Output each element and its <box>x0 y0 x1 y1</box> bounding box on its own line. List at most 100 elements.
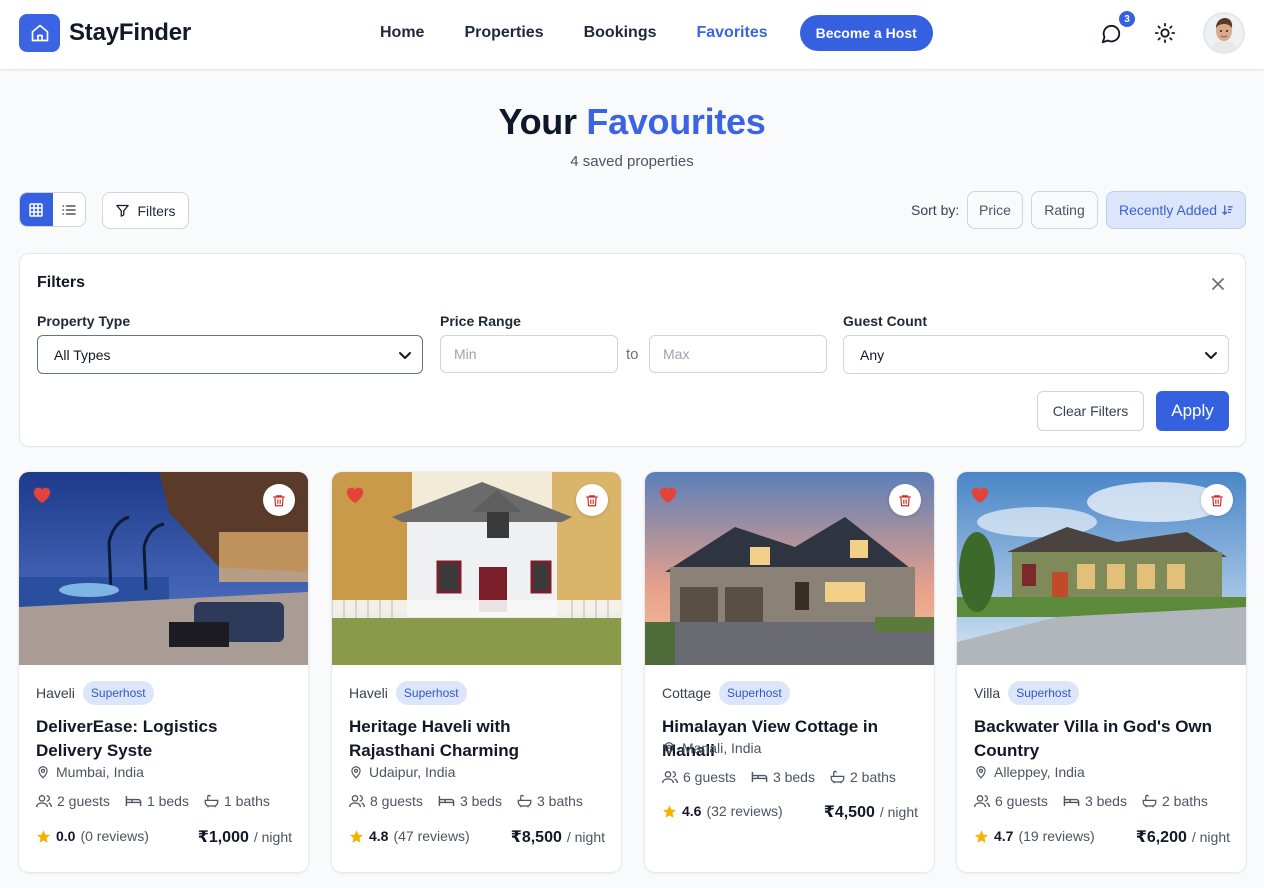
price-max-input[interactable]: Max <box>649 335 827 373</box>
sun-icon[interactable] <box>1153 21 1177 45</box>
brand-name: StayFinder <box>69 19 192 46</box>
bed-icon <box>438 796 455 806</box>
chevron-down-icon <box>399 352 411 359</box>
nav-favorites[interactable]: Favorites <box>696 24 767 42</box>
price-unit: / night <box>1191 829 1230 845</box>
property-card[interactable]: Haveli Superhost Heritage Haveli with Ra… <box>332 472 621 872</box>
property-card[interactable]: Haveli Superhost DeliverEase: Logistics … <box>19 472 308 872</box>
price-row: ₹6,200 / night <box>1136 827 1230 847</box>
location-text: Alleppey, India <box>994 764 1085 780</box>
nav-properties[interactable]: Properties <box>464 24 543 42</box>
guest-count-select[interactable]: Any <box>843 335 1229 374</box>
grid-view-button[interactable] <box>20 193 53 226</box>
price-min-input[interactable]: Min <box>440 335 618 373</box>
become-host-button[interactable]: Become a Host <box>799 15 933 51</box>
close-icon[interactable] <box>1209 275 1227 293</box>
map-pin-icon <box>664 742 674 755</box>
filters-button[interactable]: Filters <box>102 192 189 229</box>
guest-count-label: Guest Count <box>843 313 927 329</box>
guests-icon <box>36 795 52 808</box>
remove-favorite-button[interactable] <box>263 484 295 516</box>
title-prefix: Your <box>498 101 577 142</box>
property-type-label: Property Type <box>37 313 131 329</box>
price-value: ₹8,500 <box>510 829 562 846</box>
remove-favorite-button[interactable] <box>1201 484 1233 516</box>
location-text: Udaipur, India <box>369 764 456 780</box>
superhost-badge: Superhost <box>719 681 790 705</box>
remove-favorite-button[interactable] <box>576 484 608 516</box>
trash-icon <box>586 494 598 506</box>
sort-recent-label: Recently Added <box>1118 202 1218 218</box>
clear-filters-button[interactable]: Clear Filters <box>1037 391 1144 431</box>
heart-icon[interactable] <box>31 484 53 504</box>
rating-value: 4.7 <box>994 828 1014 844</box>
location-text: Mumbai, India <box>56 764 144 780</box>
filter-panel: Filters Property Type All Types Price Ra… <box>19 253 1246 447</box>
beds-text: 3 beds <box>459 793 502 809</box>
nav-bookings[interactable]: Bookings <box>584 24 657 42</box>
property-title[interactable]: Heritage Haveli with Rajasthani Charming <box>349 715 599 763</box>
brand[interactable]: StayFinder <box>19 14 191 52</box>
price-row: ₹1,000 / night <box>198 827 292 847</box>
review-count: (0 reviews) <box>80 828 149 844</box>
baths-text: 2 baths <box>1161 793 1208 809</box>
filter-icon <box>116 204 130 217</box>
property-type: Haveli <box>36 685 75 701</box>
price-unit: / night <box>566 829 605 845</box>
rating-row: 4.7 (19 reviews) <box>974 828 1095 844</box>
price-value: ₹4,500 <box>823 804 875 821</box>
property-type-select[interactable]: All Types <box>37 335 423 374</box>
rating-row: 4.6 (32 reviews) <box>662 803 783 819</box>
property-type: Haveli <box>349 685 388 701</box>
heart-icon[interactable] <box>657 484 679 504</box>
list-view-button[interactable] <box>53 193 86 226</box>
sort-recent-button[interactable]: Recently Added <box>1106 191 1246 229</box>
apply-button[interactable]: Apply <box>1156 391 1229 431</box>
sort-desc-icon <box>1222 204 1233 215</box>
review-count: (19 reviews) <box>1018 828 1095 844</box>
features-row: 8 guests 3 beds 3 baths <box>349 793 598 809</box>
chevron-down-icon <box>1205 352 1217 359</box>
property-card[interactable]: Villa Superhost Backwater Villa in God's… <box>957 472 1246 872</box>
star-icon <box>36 829 51 843</box>
review-count: (47 reviews) <box>393 828 470 844</box>
filters-button-label: Filters <box>137 202 176 219</box>
page-title: Your Favourites <box>0 101 1264 143</box>
property-title[interactable]: Backwater Villa in God's Own Country <box>974 715 1224 763</box>
heart-icon[interactable] <box>344 484 366 504</box>
bath-icon <box>204 794 219 808</box>
bed-icon <box>1063 796 1080 806</box>
location-row: Mumbai, India <box>36 764 144 780</box>
heart-icon[interactable] <box>969 484 991 504</box>
sort-rating-button[interactable]: Rating <box>1031 191 1098 229</box>
features-row: 2 guests 1 beds 1 baths <box>36 793 285 809</box>
price-value: ₹1,000 <box>197 829 249 846</box>
rating-value: 4.8 <box>369 828 389 844</box>
chat-icon[interactable] <box>1099 22 1123 46</box>
saved-count: 4 saved properties <box>570 153 694 170</box>
sort-price-button[interactable]: Price <box>967 191 1023 229</box>
user-avatar[interactable] <box>1203 12 1245 54</box>
bath-icon <box>517 794 532 808</box>
remove-favorite-button[interactable] <box>889 484 921 516</box>
bath-icon <box>830 770 845 784</box>
list-icon <box>62 204 76 215</box>
bed-icon <box>125 796 142 806</box>
property-card[interactable]: Cottage Superhost Himalayan View Cottage… <box>645 472 934 872</box>
beds-text: 3 beds <box>772 769 815 785</box>
trash-icon <box>1211 494 1223 506</box>
sort-label: Sort by: <box>911 202 960 218</box>
bed-icon <box>751 772 768 782</box>
price-unit: / night <box>879 804 918 820</box>
filter-panel-title: Filters <box>37 274 86 291</box>
map-pin-icon <box>38 766 48 779</box>
bath-icon <box>1142 794 1157 808</box>
map-pin-icon <box>351 766 361 779</box>
property-title[interactable]: DeliverEase: Logistics Delivery Syste <box>36 715 286 763</box>
rating-value: 4.6 <box>682 803 702 819</box>
beds-text: 1 beds <box>146 793 189 809</box>
map-pin-icon <box>976 766 986 779</box>
guests-icon <box>349 795 365 808</box>
nav-home[interactable]: Home <box>380 24 424 42</box>
main-nav: Home Properties Bookings Favorites Becom… <box>380 15 933 51</box>
